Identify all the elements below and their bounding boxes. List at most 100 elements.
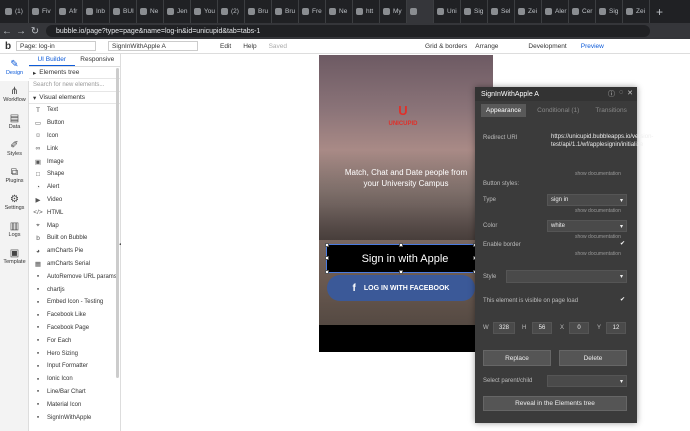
element-item[interactable]: ▦ amCharts Serial [29,258,120,271]
rail-item-workflow[interactable]: ⋔ Workflow [0,81,29,108]
facebook-login-button[interactable]: f LOG IN WITH FACEBOOK [327,275,475,301]
browser-tab[interactable]: Uni [434,0,461,23]
resize-handle[interactable] [325,256,329,260]
browser-tab[interactable] [407,0,434,23]
element-item[interactable]: ☺ Icon [29,130,120,143]
tab-appearance[interactable]: Appearance [481,104,527,117]
rail-item-design[interactable]: ✎ Design [0,54,29,81]
element-item[interactable]: T Text [29,104,120,117]
height-input[interactable]: 56 [532,322,552,334]
tab-ui-builder[interactable]: UI Builder [29,54,75,66]
panel-scrollbar[interactable] [116,68,119,378]
rail-item-settings[interactable]: ⚙ Settings [0,189,29,216]
parent-child-dropdown[interactable]: ▾ [547,375,627,387]
width-input[interactable]: 328 [493,322,515,334]
element-item[interactable]: ▪ SignInWithApple [29,411,120,424]
redirect-uri-field[interactable]: https://unicupid.bubbleapps.io/version-t… [551,133,653,149]
element-item[interactable]: □ Shape [29,168,120,181]
element-item[interactable]: ▪ Facebook Page [29,322,120,335]
element-item[interactable]: ▪ Hero Sizing [29,347,120,360]
delete-button[interactable]: Delete [559,350,627,366]
reveal-in-tree-button[interactable]: Reveal in the Elements tree [483,396,627,411]
grid-borders-menu[interactable]: Grid & borders [425,43,467,50]
help-menu[interactable]: Help [243,43,256,50]
browser-tab[interactable]: You [191,0,218,23]
reload-icon[interactable]: ↻ [28,26,42,37]
browser-tab[interactable]: Fiv [29,0,56,23]
x-input[interactable]: 0 [569,322,589,334]
browser-tab[interactable]: Zei [623,0,650,23]
edit-menu[interactable]: Edit [220,43,231,50]
rail-item-plugins[interactable]: ⧉ Plugins [0,162,29,189]
tab-transitions[interactable]: Transitions [590,104,632,117]
browser-tab[interactable]: htt [353,0,380,23]
element-item[interactable]: </> HTML [29,206,120,219]
environment-select[interactable]: Development [528,43,566,50]
browser-tab[interactable]: Ne [137,0,164,23]
element-item[interactable]: ∞ Link [29,142,120,155]
browser-tab[interactable]: Jen [164,0,191,23]
comment-icon[interactable]: ◌ [619,89,623,99]
browser-tab[interactable]: Aler [542,0,569,23]
browser-tab[interactable]: Ne [326,0,353,23]
arrange-menu[interactable]: Arrange [475,43,498,50]
element-item[interactable]: b Built on Bubble [29,232,120,245]
visual-elements-toggle[interactable]: ▾ Visual elements [29,92,120,104]
element-item[interactable]: ⌖ Map [29,219,120,232]
browser-tab[interactable]: BUI [110,0,137,23]
page-preview[interactable] [319,55,493,352]
browser-tab[interactable]: Bru [272,0,299,23]
back-icon[interactable]: ← [0,26,14,37]
rail-item-styles[interactable]: ✐ Styles [0,135,29,162]
element-item[interactable]: ▪ Embed Icon - Testing [29,296,120,309]
browser-tab[interactable]: My [380,0,407,23]
new-tab-button[interactable]: + [650,5,669,19]
element-item[interactable]: ▪ For Each [29,334,120,347]
replace-button[interactable]: Replace [483,350,551,366]
rail-item-template[interactable]: ▣ Template [0,243,29,270]
type-dropdown[interactable]: sign in ▾ [547,194,627,206]
browser-tab[interactable]: Sig [596,0,623,23]
element-item[interactable]: ▪ Facebook Like [29,309,120,322]
element-item[interactable]: ◔ Alert [29,181,120,194]
browser-tab[interactable]: (1) [2,0,29,23]
browser-tab[interactable]: Afr [56,0,83,23]
browser-tab[interactable]: Sel [488,0,515,23]
tab-responsive[interactable]: Responsive [75,54,121,66]
preview-button[interactable]: Preview [581,43,604,50]
sign-in-with-apple-button[interactable]: Sign in with Apple [326,244,476,273]
property-editor-header[interactable]: SignInWithApple A ⓘ ◌ ✕ [475,87,637,101]
forward-icon[interactable]: → [14,26,28,37]
tab-conditional[interactable]: Conditional (1) [532,104,584,117]
color-dropdown[interactable]: white ▾ [547,220,627,232]
style-dropdown[interactable]: ▾ [506,270,627,283]
element-item[interactable]: ▭ Button [29,117,120,130]
show-documentation-link[interactable]: show documentation [575,171,621,177]
element-item[interactable]: ▪ AutoRemove URL params [29,270,120,283]
elements-tree-toggle[interactable]: ▸ Elements tree [29,67,120,79]
browser-tab[interactable]: Fre [299,0,326,23]
browser-tab[interactable]: Inb [83,0,110,23]
browser-tab[interactable]: Sig [461,0,488,23]
show-documentation-link[interactable]: show documentation [575,208,621,214]
element-item[interactable]: ▣ Image [29,155,120,168]
element-item[interactable]: ◕ amCharts Pie [29,245,120,258]
resize-handle[interactable] [399,243,403,247]
element-item[interactable]: ▪ Ionic Icon [29,373,120,386]
page-selector[interactable]: Page: log-in [16,41,96,51]
element-item[interactable]: ▪ Input Formatter [29,360,120,373]
browser-tab[interactable]: (2) [218,0,245,23]
element-selector[interactable]: SignInWithApple A [108,41,198,51]
enable-border-checkbox[interactable]: ✔ [619,241,626,248]
url-field[interactable]: bubble.io/page?type=page&name=log-in&id=… [46,25,650,37]
browser-tab[interactable]: Bru [245,0,272,23]
resize-handle[interactable] [325,270,329,274]
visible-on-load-checkbox[interactable]: ✔ [619,297,626,304]
info-icon[interactable]: ⓘ [608,89,615,99]
browser-tab[interactable]: Zei [515,0,542,23]
rail-item-logs[interactable]: ▥ Logs [0,216,29,243]
element-item[interactable]: ▪ Material Icon [29,398,120,411]
resize-handle[interactable] [399,270,403,274]
y-input[interactable]: 12 [606,322,626,334]
close-icon[interactable]: ✕ [627,89,633,99]
